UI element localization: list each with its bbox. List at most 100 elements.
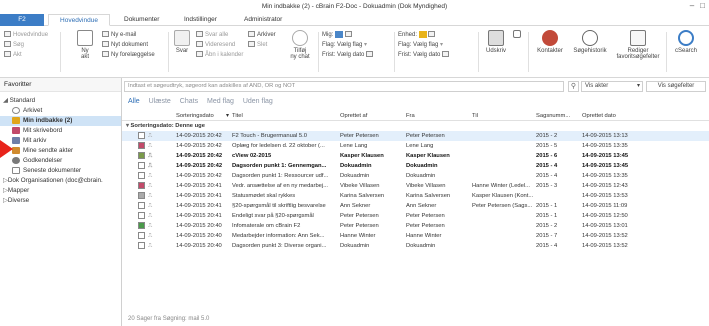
maximize-icon[interactable]: □ <box>700 1 705 10</box>
svar-button[interactable]: Svar <box>172 30 192 54</box>
folder-tree: ◢ Standard Arkivet Min indbakke (2) Mit … <box>0 92 121 206</box>
tree-seneste[interactable]: Seneste dokumenter <box>0 166 121 176</box>
col-oprettet-dato[interactable]: Oprettet dato <box>582 111 642 121</box>
enhed-flag-select[interactable]: Flag: Vælg flag ▾ <box>398 40 451 50</box>
cell-oprettet-af: Dokuadmin <box>340 243 370 249</box>
table-row[interactable]: ⎍ 14-09-2015 20:41 Endeligt svar på §20-sp… <box>122 211 709 221</box>
ribbon-tabs: F2 Hovedvindue Dokumenter Indstillinger … <box>0 14 709 26</box>
table-row[interactable]: ⎍ 14-09-2015 20:41 Statusmødet skal rykkes… <box>122 191 709 201</box>
navigation-pane: Favoritter ◢ Standard Arkivet Min indbak… <box>0 78 122 326</box>
tab-administrator[interactable]: Administrator <box>236 14 290 26</box>
window-controls: – □ <box>684 1 705 10</box>
flag-icon[interactable] <box>335 30 344 38</box>
table-row[interactable]: ⎍ 14-09-2015 20:42 Oplæg for ledelsen d. 2… <box>122 141 709 151</box>
attachment-icon: ⎍ <box>148 133 153 139</box>
tab-hovedvindue[interactable]: Hovedvindue <box>48 14 110 26</box>
nyt-dokument-button[interactable]: Nyt dokument <box>102 40 155 50</box>
cell-sorteringsdato: 14-09-2015 20:42 <box>176 133 222 139</box>
tree-min-indbakke[interactable]: Min indbakke (2) <box>0 116 121 126</box>
kontakter-button[interactable]: Kontakter <box>532 30 568 54</box>
vis-soegefelter-button[interactable]: Vis søgefelter <box>646 81 706 92</box>
cell-sagsnummer: 2015 - 5 <box>536 143 558 149</box>
table-row[interactable]: ⎍ 14-09-2015 20:40 Medarbejder information… <box>122 231 709 241</box>
mig-flag-select[interactable]: Flag: Vælg flag ▾ <box>322 40 375 50</box>
videresend-button[interactable]: Videresend <box>196 40 243 50</box>
printer-icon <box>488 30 504 46</box>
sogehistorik-button[interactable]: Søgehistorik <box>570 30 610 54</box>
tree-diverse[interactable]: ▷Diverse <box>0 196 121 206</box>
cell-sagsnummer: 2015 - 1 <box>536 213 558 219</box>
chat-icon <box>292 30 308 46</box>
calendar-icon <box>513 30 521 38</box>
document-icon <box>138 231 148 241</box>
col-sagsnummer[interactable]: Sagsnumm... <box>536 111 578 121</box>
filter-ulaeste[interactable]: Ulæste <box>149 98 171 105</box>
cell-sorteringsdato: 14-09-2015 20:42 <box>176 153 223 159</box>
filter-alle[interactable]: Alle <box>128 98 140 105</box>
col-oprettet-af[interactable]: Oprettet af <box>340 111 400 121</box>
filter-med-flag[interactable]: Med flag <box>207 98 234 105</box>
attachment-icon: ⎍ <box>148 193 153 199</box>
results-table: Sorteringsdato ▾ Titel Oprettet af Fra T… <box>122 111 709 251</box>
svar-alle-button[interactable]: Svar alle <box>196 30 243 40</box>
unit-flag-icon[interactable] <box>418 30 427 38</box>
col-titel[interactable]: Titel <box>232 111 336 121</box>
tree-standard[interactable]: ◢ Standard <box>0 96 121 106</box>
table-row[interactable]: ⎍ 14-09-2015 20:42 F2 Touch - Brugermanual… <box>122 131 709 141</box>
col-fra[interactable]: Fra <box>406 111 466 121</box>
udskriv-button[interactable]: Udskriv <box>482 30 510 54</box>
tree-godkendelser[interactable]: Godkendelser <box>0 156 121 166</box>
table-row[interactable]: ⎍ 14-09-2015 20:40 Dagsorden punkt 3: Dive… <box>122 241 709 251</box>
vis-akter-dropdown[interactable]: Vis akter ▾ <box>581 81 643 92</box>
document-icon <box>138 221 148 231</box>
tilfoj-chat-button[interactable]: Tilføj ny chat <box>284 30 316 60</box>
reply-icon <box>174 30 190 46</box>
mig-frist-select[interactable]: Frist: Vælg dato <box>322 50 375 60</box>
ny-foreloeggelse-button[interactable]: Ny forelæggelse <box>102 50 155 60</box>
search-icon[interactable]: ⚲ <box>568 81 579 92</box>
cell-oprettet-af: Ann Sekner <box>340 203 371 209</box>
tab-f2[interactable]: F2 <box>0 14 44 26</box>
tab-indstillinger[interactable]: Indstillinger <box>176 14 225 26</box>
col-sorteringsdato[interactable]: Sorteringsdato <box>176 111 232 121</box>
rediger-favoritsoegefelter-button[interactable]: Rediger favoritsøgefelter <box>612 30 664 60</box>
ny-email-button[interactable]: Ny e-mail <box>102 30 155 40</box>
col-til[interactable]: Til <box>472 111 534 121</box>
table-row[interactable]: ⎍ 14-09-2015 20:42 Dagsorden punkt 1: Genn… <box>122 161 709 171</box>
search-input[interactable]: Indtast et søgeudtryk, søgeord kan adski… <box>124 81 564 92</box>
filter-uden-flag[interactable]: Uden flag <box>243 98 273 105</box>
ny-akt-button[interactable]: Ny akt <box>74 30 96 60</box>
table-row[interactable]: ⎍ 14-09-2015 20:42 cView 02-2015 Kasper Kla… <box>122 151 709 161</box>
table-row[interactable]: ⎍ 14-09-2015 20:40 Infomaterale om cBrain … <box>122 221 709 231</box>
cell-oprettet-dato: 14-09-2015 13:13 <box>582 133 628 139</box>
csearch-button[interactable]: cSearch <box>670 30 702 54</box>
edit-icon <box>630 30 646 46</box>
filter-chats[interactable]: Chats <box>180 98 198 105</box>
table-row[interactable]: ⎍ 14-09-2015 20:42 Dagsorden punkt 1: Ress… <box>122 171 709 181</box>
tree-organisation[interactable]: ▷Dok Organisationen (doc@cbrain. <box>0 176 121 186</box>
cell-sagsnummer: 2015 - 7 <box>536 233 558 239</box>
archive-icon <box>12 136 20 144</box>
tree-mapper[interactable]: ▷Mapper <box>0 186 121 196</box>
aabn-kalender-button[interactable]: Åbn i kalender <box>196 50 243 60</box>
cell-fra: Peter Petersen <box>406 213 445 219</box>
table-row[interactable]: ⎍ 14-09-2015 20:41 §20-spørgsmål til skrif… <box>122 201 709 211</box>
cell-fra: Kasper Klausen <box>406 153 450 159</box>
cell-oprettet-dato: 14-09-2015 13:01 <box>582 223 628 229</box>
enhed-frist-select[interactable]: Frist: Vælg dato <box>398 50 451 60</box>
table-row[interactable]: ⎍ 14-09-2015 20:41 Vedr. ansættelse af en … <box>122 181 709 191</box>
ribbon-hovedvindue[interactable]: Hovedvindue <box>4 30 48 40</box>
group-header[interactable]: ▾ Sorteringsdato: Denne uge <box>122 121 709 131</box>
tree-mine-sendte[interactable]: Mine sendte akter <box>0 146 121 156</box>
slet-button[interactable]: Slet <box>248 40 276 50</box>
tree-mit-arkiv[interactable]: Mit arkiv <box>0 136 121 146</box>
ribbon-akt[interactable]: Akt <box>4 50 48 60</box>
calendar-button[interactable] <box>512 30 522 40</box>
arkiver-button[interactable]: Arkiver <box>248 30 276 40</box>
tree-mit-skrivebord[interactable]: Mit skrivebord <box>0 126 121 136</box>
minimize-icon[interactable]: – <box>690 1 694 10</box>
tree-arkivet[interactable]: Arkivet <box>0 106 121 116</box>
tab-dokumenter[interactable]: Dokumenter <box>116 14 167 26</box>
ribbon-sog[interactable]: Søg <box>4 40 48 50</box>
cell-oprettet-af: Hanne Winter <box>340 233 376 239</box>
